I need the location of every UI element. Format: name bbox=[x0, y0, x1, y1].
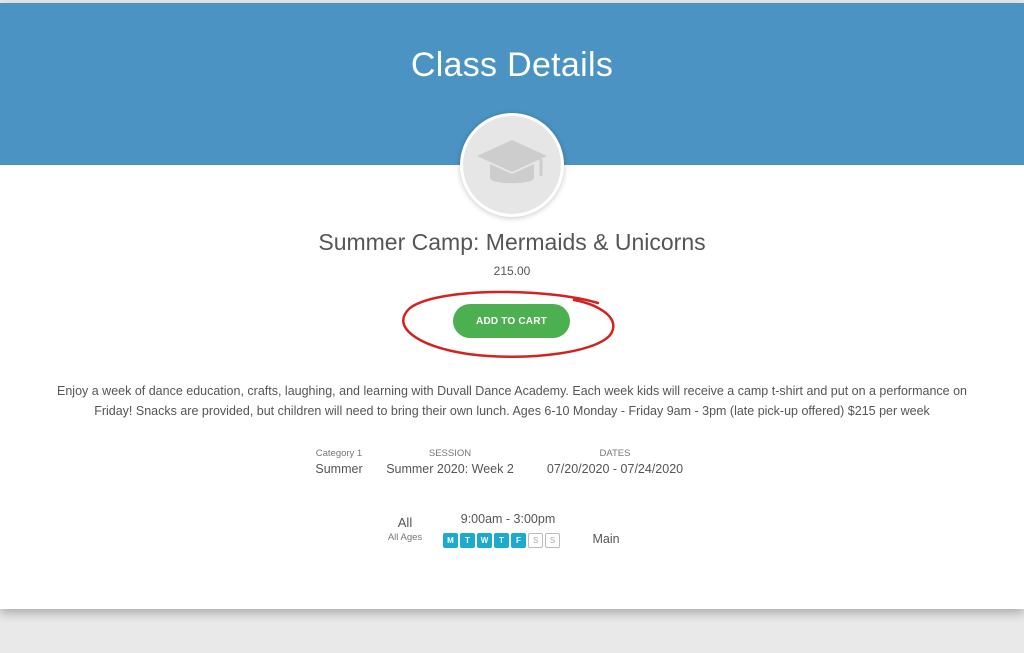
day-badge: M bbox=[443, 533, 458, 548]
description-line: Enjoy a week of dance education, crafts,… bbox=[57, 384, 967, 398]
category-label: Category 1 bbox=[315, 448, 363, 459]
session-field: SESSION Summer 2020: Week 2 bbox=[380, 448, 520, 476]
page-title: Class Details bbox=[410, 46, 614, 84]
class-description: Enjoy a week of dance education, crafts,… bbox=[30, 381, 994, 421]
class-time: 9:00am - 3:00pm bbox=[460, 512, 556, 526]
dates-value: 07/20/2020 - 07/24/2020 bbox=[546, 462, 684, 476]
class-location: Main bbox=[592, 532, 620, 546]
ages-value: All bbox=[397, 515, 413, 530]
session-label: SESSION bbox=[428, 448, 472, 459]
day-badge: F bbox=[511, 533, 526, 548]
day-badge: T bbox=[494, 533, 509, 548]
add-to-cart-button[interactable]: ADD TO CART bbox=[453, 304, 570, 338]
session-value: Summer 2020: Week 2 bbox=[386, 462, 514, 476]
day-badge: S bbox=[528, 533, 543, 548]
weekday-indicators: M T W T F S S bbox=[443, 533, 560, 548]
category-field: Category 1 Summer bbox=[306, 448, 372, 476]
dates-label: DATES bbox=[599, 448, 631, 459]
day-badge: T bbox=[460, 533, 475, 548]
day-badge: W bbox=[477, 533, 492, 548]
class-title: Summer Camp: Mermaids & Unicorns bbox=[318, 229, 706, 255]
class-price: 215.00 bbox=[493, 264, 531, 278]
ages-field: All All Ages bbox=[380, 515, 430, 543]
ages-sub: All Ages bbox=[387, 532, 423, 543]
day-badge: S bbox=[545, 533, 560, 548]
dates-field: DATES 07/20/2020 - 07/24/2020 bbox=[532, 448, 698, 476]
category-value: Summer bbox=[315, 462, 363, 476]
graduation-cap-icon bbox=[477, 140, 547, 184]
class-details-card: Class Details Summer Camp: Mermaids & Un… bbox=[0, 3, 1024, 609]
description-line: Friday! Snacks are provided, but childre… bbox=[94, 404, 930, 418]
class-avatar bbox=[460, 113, 564, 217]
